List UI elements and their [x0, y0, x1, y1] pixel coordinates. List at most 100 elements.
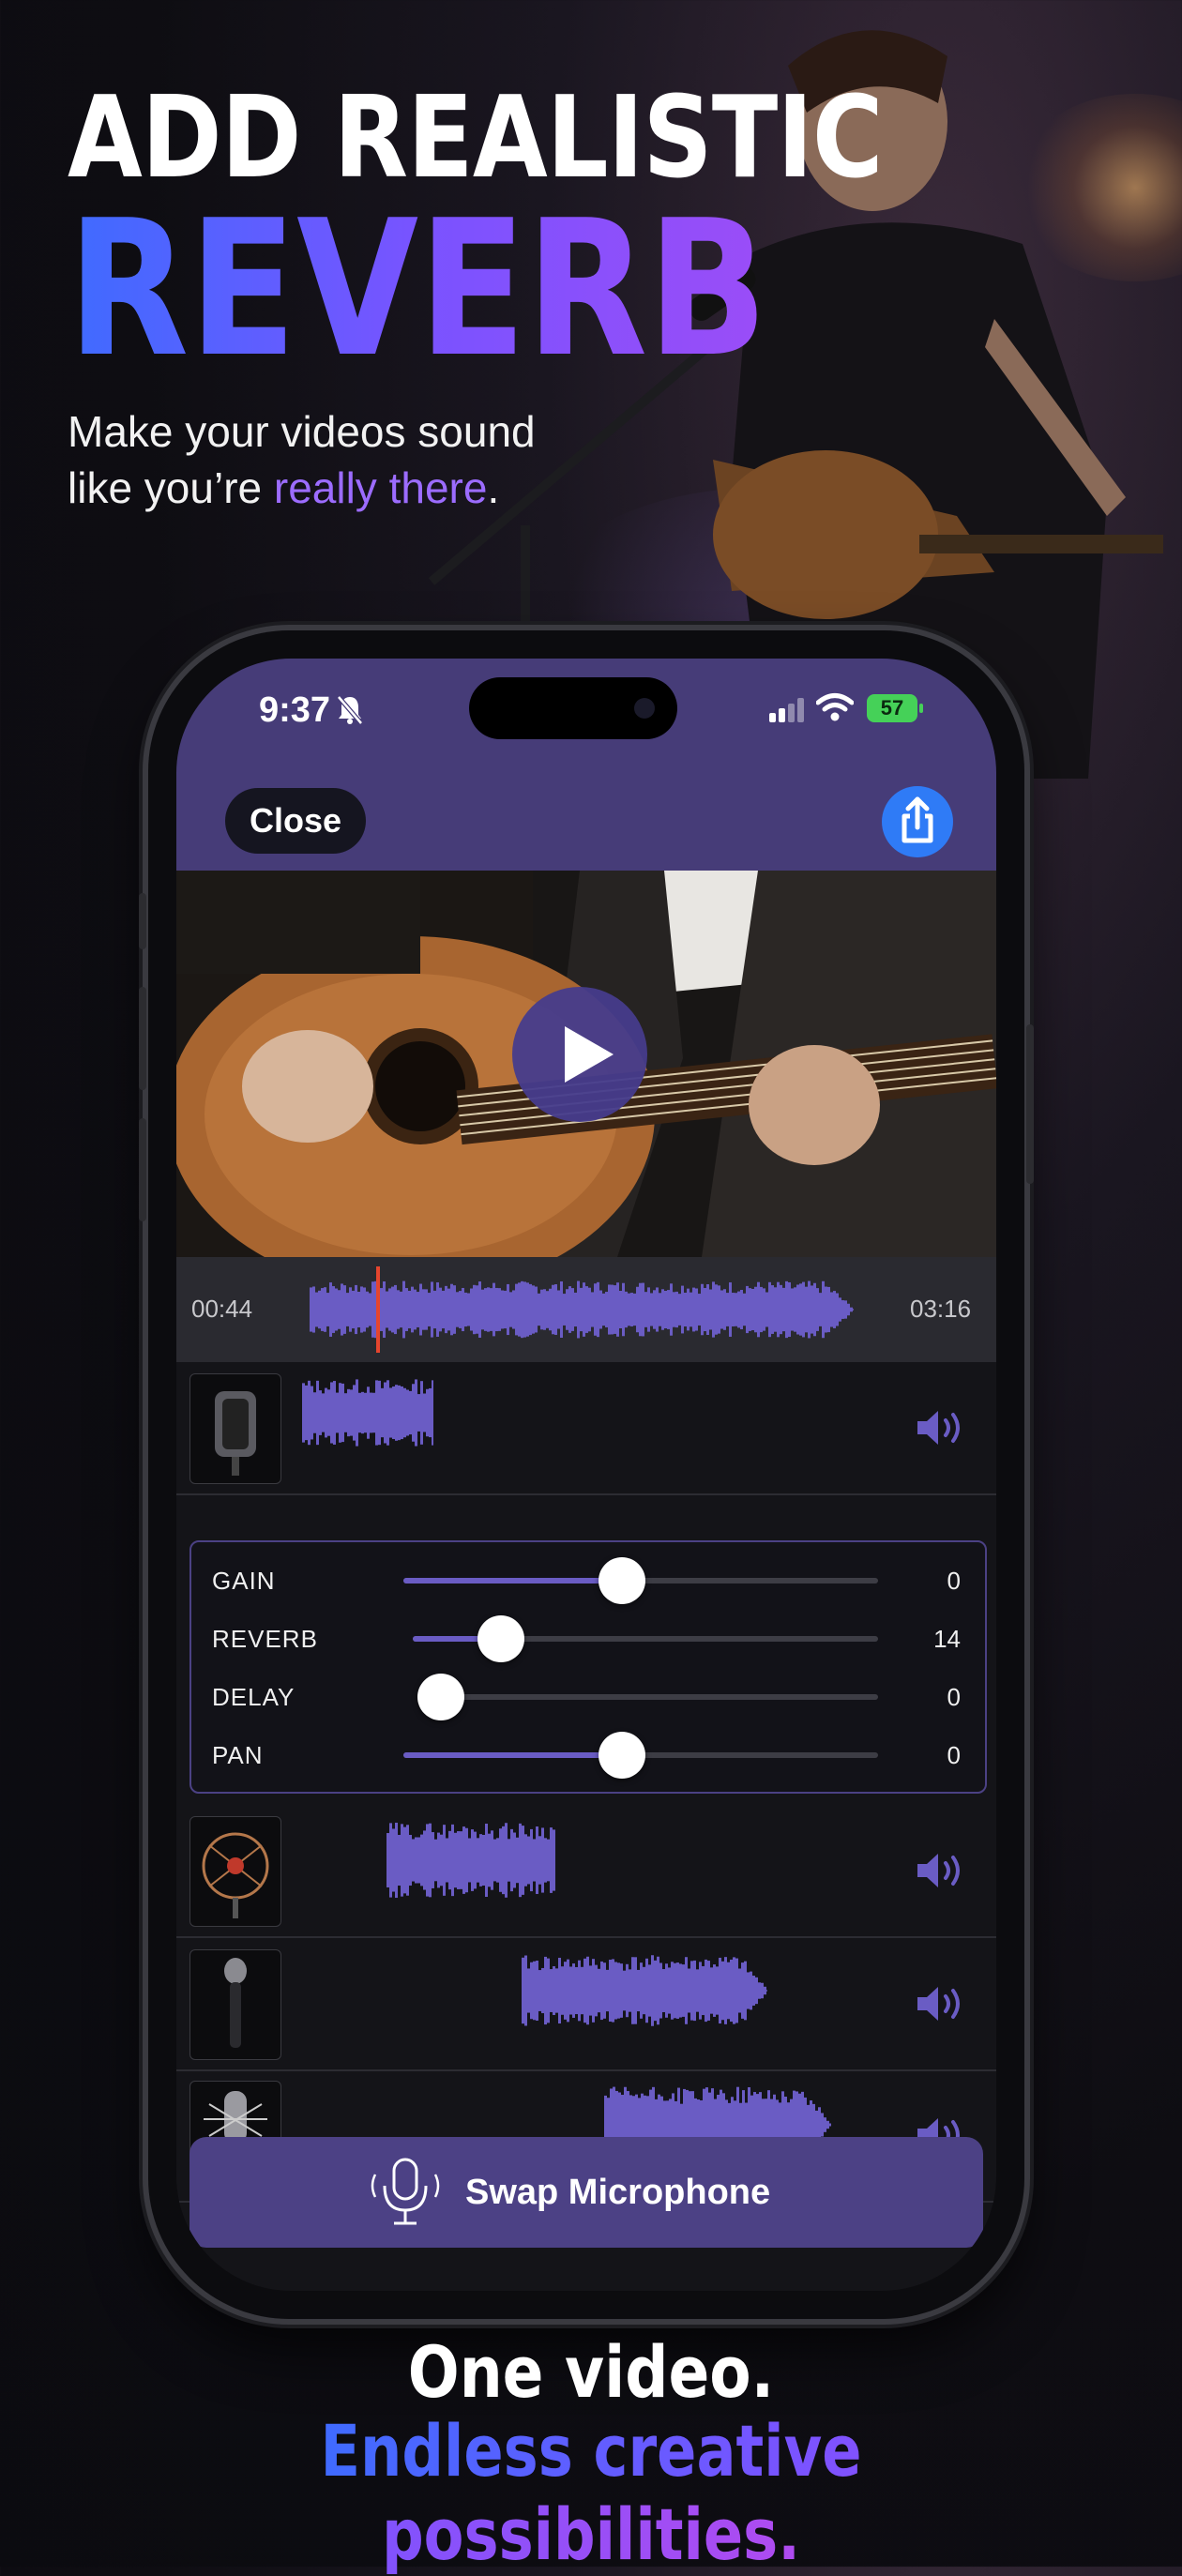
ribbon-microphone-thumbnail[interactable] — [189, 1373, 281, 1484]
timeline-scrubber[interactable]: 00:44 03:16 — [176, 1257, 996, 1362]
delay-slider[interactable] — [417, 1674, 878, 1720]
waveform-bar — [841, 1300, 844, 1319]
waveform-bar — [533, 1961, 536, 2021]
cell-signal-icon — [769, 698, 807, 722]
close-button[interactable]: Close — [225, 788, 366, 854]
speaker-icon[interactable] — [916, 1983, 968, 2024]
waveform-bar — [371, 1281, 374, 1338]
waveform-bar — [661, 1289, 664, 1330]
waveform-bar — [816, 1288, 819, 1331]
waveform-bar — [631, 1957, 634, 2024]
waveform-bar — [794, 1287, 796, 1332]
waveform-bar — [431, 1281, 433, 1338]
waveform-bar — [440, 1834, 443, 1887]
gain-fill — [403, 1578, 622, 1583]
waveform-bar — [681, 1285, 684, 1334]
play-button[interactable] — [512, 987, 647, 1122]
waveform-bar — [467, 1293, 470, 1326]
reverb-slider-knob[interactable] — [477, 1615, 525, 1662]
waveform-bar — [518, 1282, 521, 1337]
delay-slider-knob[interactable] — [417, 1674, 465, 1720]
waveform-bar — [493, 1839, 496, 1882]
waveform-bar — [310, 1287, 312, 1332]
waveform-bar — [386, 1833, 389, 1887]
waveform-bar — [623, 1970, 626, 2011]
reverb-slider[interactable] — [413, 1615, 878, 1662]
waveform-bar — [433, 1290, 436, 1329]
waveform-bar — [395, 1822, 398, 1899]
waveform-bar — [428, 1293, 431, 1326]
waveform-bar — [637, 1969, 640, 2012]
waveform-bar — [554, 1284, 557, 1335]
waveform-bar — [575, 1966, 578, 2015]
waveform-bar — [743, 1293, 746, 1326]
waveform-bar — [636, 1286, 639, 1333]
speaker-icon[interactable] — [916, 1407, 968, 1448]
track-row[interactable] — [176, 1362, 996, 1495]
waveform-bar — [465, 1827, 468, 1893]
waveform-bar — [325, 1387, 327, 1438]
waveform-bar — [685, 1957, 688, 2024]
waveform-bar — [426, 1824, 429, 1897]
waveform-bar — [654, 1960, 657, 2022]
waveform-bar — [751, 1288, 754, 1331]
waveform-bar — [439, 1287, 442, 1332]
waveform-bar — [370, 1392, 372, 1433]
waveform-bar — [499, 1828, 502, 1892]
track-row[interactable] — [176, 1805, 996, 1938]
pan-slider-knob[interactable] — [598, 1732, 645, 1779]
waveform-bar — [474, 1831, 477, 1889]
waveform-bar — [532, 1285, 535, 1334]
waveform-bar — [519, 1823, 522, 1898]
track-row[interactable] — [176, 1938, 996, 2071]
waveform-bar — [540, 1289, 543, 1330]
waveform-bar — [450, 1283, 453, 1336]
waveform-bar — [644, 1292, 647, 1327]
waveform-bar — [406, 1389, 409, 1436]
handheld-microphone-thumbnail[interactable] — [189, 1949, 281, 2060]
shock-mount-microphone-thumbnail[interactable] — [189, 1816, 281, 1927]
waveform-bar — [316, 1380, 319, 1446]
waveform-bar — [774, 1287, 777, 1332]
waveform-bar — [716, 1966, 719, 2015]
speaker-icon[interactable] — [916, 1850, 968, 1891]
pan-slider[interactable] — [403, 1732, 878, 1779]
waveform-bar — [343, 1285, 346, 1334]
swap-microphone-button[interactable]: Swap Microphone — [189, 2137, 983, 2248]
waveform-bar — [451, 1824, 454, 1897]
waveform-bar — [504, 1290, 507, 1329]
waveform-bar — [515, 1283, 518, 1336]
playhead[interactable] — [376, 1266, 381, 1353]
waveform-bar — [513, 1832, 516, 1888]
pan-value: 0 — [947, 1741, 961, 1769]
waveform-bar — [507, 1283, 509, 1336]
waveform-bar — [445, 1285, 447, 1334]
waveform-bar — [425, 1289, 428, 1330]
pan-label: PAN — [212, 1741, 264, 1769]
dynamic-island — [469, 677, 677, 739]
waveform-bar — [524, 1955, 527, 2026]
waveform-bar — [349, 1287, 352, 1332]
waveform-bar — [665, 1963, 668, 2018]
waveform-bar — [446, 1838, 448, 1883]
waveform-bar — [701, 1283, 704, 1336]
waveform-bar — [305, 1385, 308, 1441]
waveform-bar — [363, 1287, 366, 1332]
gain-slider-knob[interactable] — [598, 1557, 645, 1604]
gain-slider[interactable] — [403, 1557, 878, 1604]
video-player[interactable] — [176, 871, 996, 1257]
waveform-bar — [414, 1289, 417, 1330]
waveform-bar — [768, 1281, 771, 1338]
waveform-bar — [853, 1309, 854, 1311]
gain-label: GAIN — [212, 1567, 276, 1595]
waveform-bar — [538, 1836, 541, 1885]
share-button[interactable] — [882, 786, 953, 857]
waveform-bar — [598, 1968, 600, 2013]
waveform-bar — [640, 1962, 643, 2019]
waveform-bar — [434, 1839, 437, 1882]
waveform-bar — [401, 1386, 403, 1440]
waveform-bar — [462, 1826, 465, 1894]
waveform-bar — [485, 1823, 488, 1898]
waveform-bar — [501, 1290, 504, 1329]
waveform-bar — [833, 1291, 836, 1328]
